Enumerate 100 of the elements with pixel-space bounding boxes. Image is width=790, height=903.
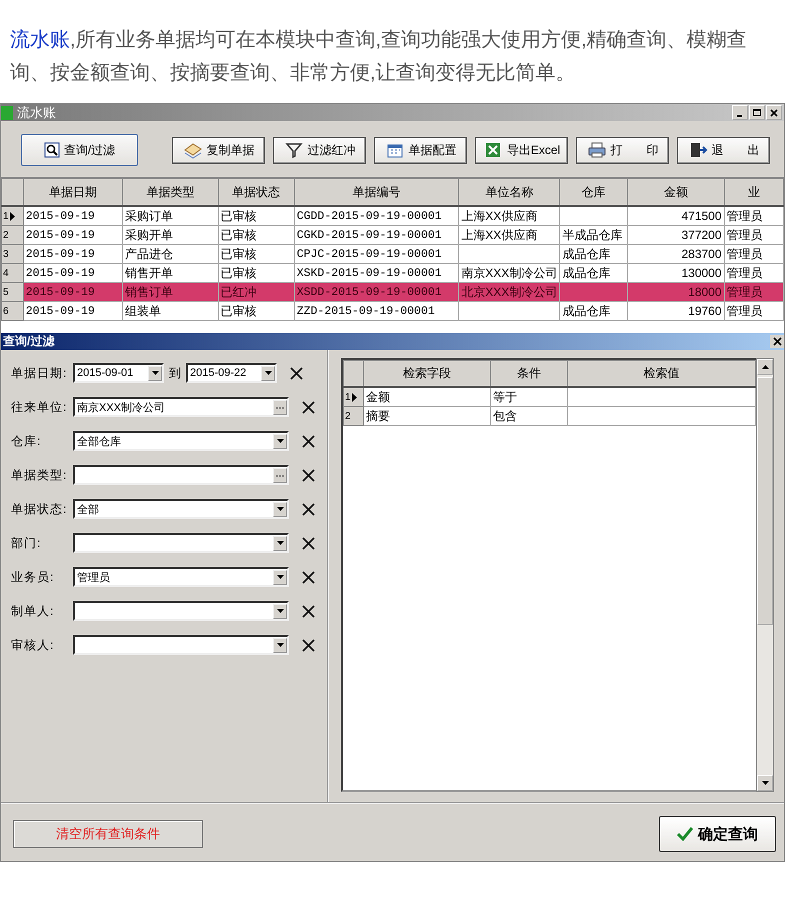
field-label: 单据状态: [11,500,68,518]
lookup-field[interactable] [73,465,289,485]
toolbar-button[interactable]: 复制单据 [172,136,265,164]
table-cell: 产品进仓 [124,246,173,260]
column-header[interactable]: 业 [724,178,784,206]
table-cell: 管理员 [726,284,763,298]
column-header[interactable]: 条件 [490,360,568,387]
column-header[interactable]: 仓库 [560,178,628,206]
field-label: 仓库: [11,432,42,450]
row-number: 6 [3,306,9,316]
table-cell: 管理员 [726,304,763,318]
dropdown-field[interactable]: 全部仓库 [73,431,289,451]
table-cell: XSDD-2015-09-19-00001 [296,286,442,298]
dropdown-field[interactable]: 全部 [73,499,289,519]
column-header[interactable]: 单据编号 [294,178,459,206]
table-cell: 2015-09-19 [26,286,95,298]
highlighted-row[interactable]: 5 2015-09-19 销售订单 已红冲 XSDD-2015-09-19-00001 北京XXX制冷公司 18000 管理员 [2,282,784,302]
table-cell: 北京XXX制冷公司 [461,284,558,298]
clear-icon[interactable] [302,604,315,618]
field-label: 到 [168,364,182,382]
magnifier-icon [44,142,60,158]
table-cell: 金额 [366,390,390,404]
row-number: 1 [3,210,9,222]
table-cell: 2015-09-19 [26,228,95,242]
caret-down-icon [276,575,284,579]
table-cell: 南京XXX制冷公司 [461,266,558,280]
table-cell: 等于 [492,390,517,404]
dropdown-field[interactable] [73,635,289,655]
column-header[interactable]: 单位名称 [458,178,560,206]
table-cell: 销售开单 [124,266,173,280]
table-cell: 已审核 [220,228,257,242]
column-header[interactable]: 单据类型 [122,178,218,206]
clear-icon[interactable] [302,536,315,550]
date-field[interactable]: 2015-09-22 [186,363,277,383]
scrollbar[interactable] [756,358,774,792]
toolbar-button[interactable]: 过滤红冲 [273,136,366,164]
table-cell: 377200 [681,228,722,242]
query-filter-button[interactable]: 查询/过滤 [21,134,138,166]
table-cell: 半成品仓库 [562,228,622,242]
caret-down-icon [276,439,284,443]
clear-icon[interactable] [302,570,315,584]
table-cell: 18000 [688,285,722,299]
table-cell: 成品仓库 [562,246,610,260]
table-cell: 已审核 [220,208,257,222]
clear-icon[interactable] [302,638,315,652]
table-cell: CGDD-2015-09-19-00001 [296,210,442,222]
caret-down-icon [276,643,284,647]
close-icon[interactable] [769,108,779,118]
dropdown-field[interactable] [73,601,289,621]
table-cell: XSKD-2015-09-19-00001 [296,266,442,280]
toolbar-button[interactable]: 打 印 [576,136,669,164]
table-cell: 2015-09-19 [26,248,95,260]
table-cell: 已审核 [220,266,257,280]
caret-up-icon [762,365,768,369]
table-cell: 管理员 [726,208,763,222]
table-cell: 130000 [681,266,722,280]
column-header[interactable]: 金额 [628,178,724,206]
confirm-query-button[interactable]: 确定查询 [659,816,776,852]
app-logo-icon [1,106,13,120]
caret-down-icon [276,507,284,511]
toolbar-button[interactable]: 导出Excel [475,136,568,164]
table-cell: 上海XX供应商 [461,208,538,222]
clear-icon[interactable] [302,468,315,482]
table-cell: 管理员 [726,228,763,242]
row-number: 1 [345,392,351,402]
field-label: 审核人: [11,636,56,654]
lookup-field[interactable]: 南京XXX制冷公司 [73,397,289,417]
clear-icon[interactable] [302,434,315,448]
table-cell: 471500 [681,209,722,223]
dropdown-field[interactable]: 管理员 [73,567,289,587]
column-header[interactable]: 单据日期 [23,178,122,206]
ellipsis-icon [276,473,284,477]
intro-paragraph: 流水账,所有业务单据均可在本模块中查询,查询功能强大使用方便,精确查询、模糊查询、按金额查询、按摘要查询、非常方便,让查询变得无比简单。 [10,28,748,86]
field-label: 业务员: [11,568,56,586]
caret-down-icon [264,371,272,375]
table-cell: 2015-09-19 [26,304,95,318]
table-cell: 已红冲 [220,284,257,298]
panel-title: 查询/过滤 [3,333,54,350]
table-cell: 已审核 [220,304,257,318]
column-header[interactable]: 单据状态 [218,178,294,206]
column-header[interactable]: 检索字段 [363,360,490,387]
row-number: 2 [345,410,351,422]
toolbar-button[interactable]: 单据配置 [374,136,467,164]
column-header[interactable]: 检索值 [568,360,756,387]
field-label: 制单人: [11,602,56,620]
dropdown-field[interactable] [73,533,289,553]
table-cell: 283700 [681,247,722,261]
clear-icon[interactable] [302,502,315,516]
table-cell: 摘要 [366,408,390,422]
clear-icon[interactable] [290,366,303,380]
caret-down-icon [762,781,768,785]
maximize-icon[interactable] [752,108,762,118]
table-cell: 上海XX供应商 [461,228,538,242]
clear-icon[interactable] [302,400,315,414]
table-cell: 销售订单 [124,284,173,298]
row-number: 4 [3,268,9,278]
toolbar-button[interactable]: 退 出 [677,136,770,164]
date-field[interactable]: 2015-09-01 [73,363,164,383]
ellipsis-icon [276,405,284,409]
close-icon[interactable] [772,337,782,346]
